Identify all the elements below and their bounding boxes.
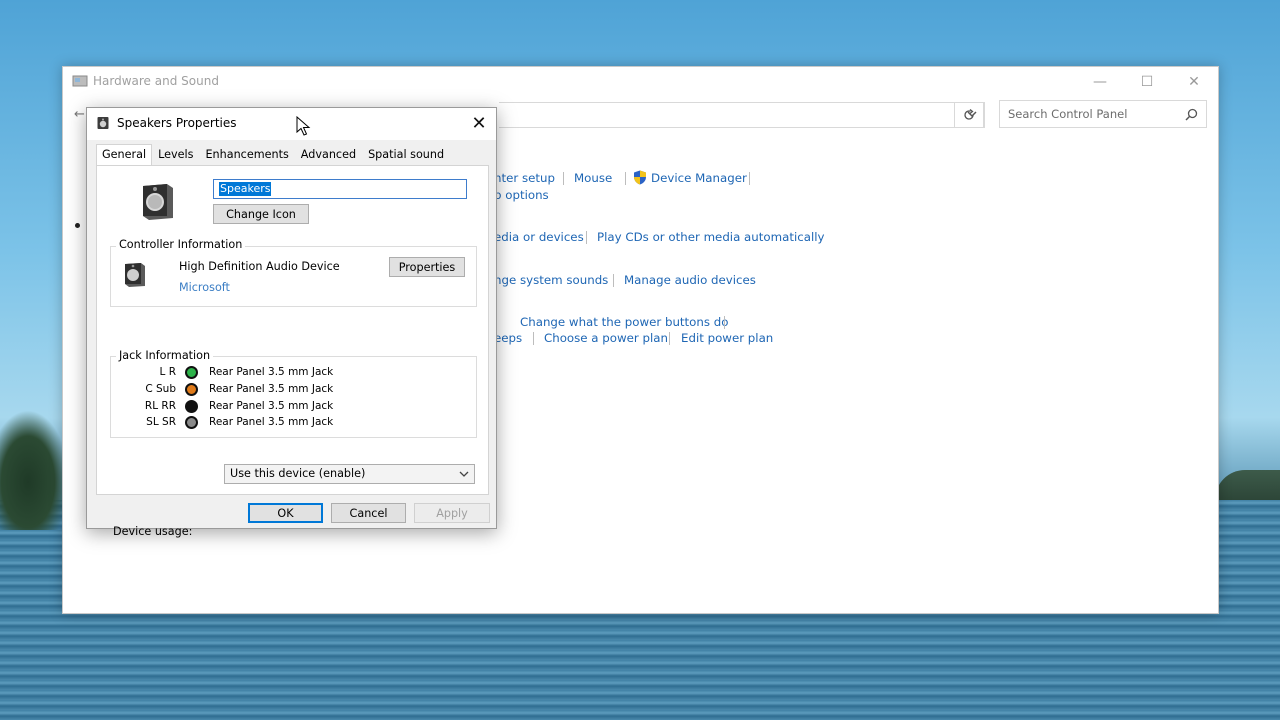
maximize-icon: ☐ (1140, 74, 1154, 90)
apply-button[interactable]: Apply (414, 503, 490, 523)
link-change-power-buttons[interactable]: Change what the power buttons do (520, 315, 728, 329)
link-separator (724, 316, 725, 329)
list-bullet (75, 223, 80, 228)
link-options[interactable]: p options (494, 188, 549, 202)
tab-advanced[interactable]: Advanced (295, 144, 362, 165)
link-manage-audio-devices[interactable]: Manage audio devices (624, 273, 756, 287)
link-device-manager[interactable]: Device Manager (651, 171, 747, 185)
jack-color-icon (185, 383, 198, 396)
search-input[interactable] (1000, 101, 1180, 127)
window-title: Hardware and Sound (93, 74, 219, 88)
general-tab-page: Speakers Change Icon Controller Informat… (96, 165, 489, 538)
link-separator (613, 274, 614, 287)
ok-button[interactable]: OK (248, 503, 323, 523)
link-edit-power-plan[interactable]: Edit power plan (681, 331, 773, 345)
jack-description: Rear Panel 3.5 mm Jack (209, 366, 334, 378)
desktop-island-right (1215, 470, 1280, 500)
chevron-down-icon (459, 471, 469, 477)
dialog-titlebar[interactable]: Speakers Properties ✕ (87, 108, 496, 140)
link-separator (563, 172, 564, 185)
jack-info-label: Jack Information (116, 349, 214, 362)
controller-info-label: Controller Information (116, 238, 246, 251)
jack-description: Rear Panel 3.5 mm Jack (209, 383, 334, 395)
jack-label: L R (159, 366, 176, 378)
jack-color-icon (185, 366, 198, 379)
dialog-close-button[interactable]: ✕ (468, 112, 490, 134)
link-play-cds[interactable]: Play CDs or other media automatically (597, 230, 824, 244)
tab-general[interactable]: General (96, 144, 153, 166)
tab-strip: General Levels Enhancements Advanced Spa… (96, 144, 450, 166)
link-choose-power-plan[interactable]: Choose a power plan (544, 331, 668, 345)
link-separator (586, 231, 587, 244)
shield-icon (634, 170, 646, 185)
search-icon[interactable] (1185, 108, 1198, 121)
link-separator (533, 332, 534, 345)
window-titlebar[interactable]: Hardware and Sound — ☐ ✕ (63, 67, 1218, 97)
minimize-button[interactable]: — (1077, 67, 1123, 97)
jack-color-icon (185, 416, 198, 429)
change-icon-button[interactable]: Change Icon (213, 204, 309, 224)
mouse-cursor-icon (296, 116, 311, 136)
search-box[interactable] (999, 100, 1207, 128)
speaker-device-icon (143, 184, 173, 220)
link-printer-setup[interactable]: nter setup (494, 171, 555, 185)
controller-maker-link[interactable]: Microsoft (179, 281, 230, 294)
link-separator (749, 172, 750, 185)
jack-label: C Sub (145, 383, 176, 395)
device-usage-value: Use this device (enable) (230, 467, 366, 480)
minimize-icon: — (1093, 74, 1107, 90)
jack-label: RL RR (144, 400, 176, 412)
back-arrow-icon[interactable]: ← (74, 107, 85, 122)
device-usage-select[interactable]: Use this device (enable) (224, 464, 475, 484)
close-icon: ✕ (471, 112, 487, 134)
cancel-button[interactable]: Cancel (331, 503, 406, 523)
maximize-button[interactable]: ☐ (1124, 67, 1170, 97)
link-separator (669, 332, 670, 345)
link-change-system-sounds[interactable]: nge system sounds (494, 273, 608, 287)
address-bar[interactable] (499, 102, 985, 128)
refresh-button[interactable] (954, 102, 984, 128)
tab-levels[interactable]: Levels (152, 144, 199, 165)
desktop-island-left (0, 410, 70, 530)
device-name-selected-text: Speakers (219, 182, 272, 196)
jack-description: Rear Panel 3.5 mm Jack (209, 400, 334, 412)
tab-spatial-sound[interactable]: Spatial sound (362, 144, 450, 165)
jack-label: SL SR (146, 416, 176, 428)
link-sleeps[interactable]: eeps (494, 331, 522, 345)
link-separator (625, 172, 626, 185)
tab-enhancements[interactable]: Enhancements (199, 144, 294, 165)
speakers-properties-dialog: Speakers Properties ✕ General Levels Enh… (86, 107, 497, 538)
close-button[interactable]: ✕ (1171, 67, 1217, 97)
control-panel-icon (72, 75, 88, 87)
speaker-controller-icon (125, 263, 145, 287)
controller-name: High Definition Audio Device (179, 260, 340, 273)
properties-button[interactable]: Properties (389, 257, 465, 277)
close-icon: ✕ (1188, 74, 1200, 90)
jack-description: Rear Panel 3.5 mm Jack (209, 416, 334, 428)
link-media-devices[interactable]: edia or devices (494, 230, 584, 244)
refresh-icon (964, 109, 974, 120)
jack-color-icon (185, 400, 198, 413)
link-mouse[interactable]: Mouse (574, 171, 612, 185)
device-usage-label: Device usage: (113, 525, 193, 538)
speaker-icon (97, 117, 109, 129)
dialog-title: Speakers Properties (117, 116, 237, 130)
